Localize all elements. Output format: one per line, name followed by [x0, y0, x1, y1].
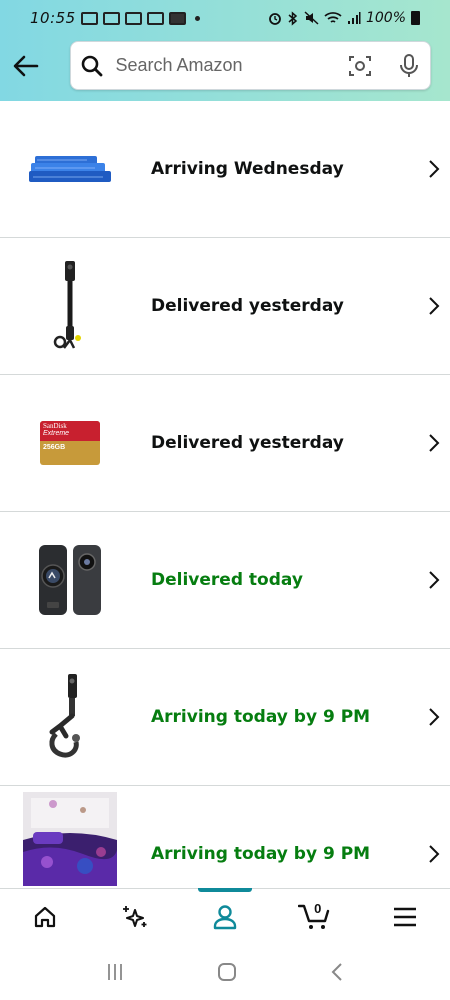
order-row[interactable]: Arriving today by 9 PM — [0, 649, 450, 786]
active-tab-indicator — [198, 887, 252, 892]
chevron-right-icon — [429, 297, 440, 315]
notification-icon — [168, 11, 186, 25]
product-image — [22, 532, 118, 628]
search-icon — [81, 54, 104, 78]
nav-home[interactable] — [0, 889, 90, 945]
camera-scan-icon[interactable] — [348, 54, 372, 78]
back-chevron-icon[interactable] — [329, 961, 345, 983]
order-status: Arriving today by 9 PM — [151, 844, 371, 864]
chevron-right-icon — [429, 571, 440, 589]
arrow-left-icon — [13, 55, 39, 77]
order-row[interactable]: Arriving Wednesday — [0, 101, 450, 238]
back-button[interactable] — [10, 50, 42, 82]
account-icon — [213, 904, 237, 929]
alarm-icon — [269, 13, 281, 25]
status-bar: 10:55 100% — [0, 0, 450, 36]
product-image — [22, 121, 118, 217]
order-status: Delivered yesterday — [151, 433, 344, 453]
notification-icon — [146, 11, 164, 25]
product-image — [22, 258, 118, 354]
header: 10:55 100% — [0, 0, 450, 101]
bluetooth-icon — [288, 10, 298, 26]
order-status: Delivered today — [151, 570, 303, 590]
cart-count: 0 — [314, 900, 322, 916]
notification-icon — [124, 11, 142, 25]
wifi-icon — [324, 12, 342, 23]
signal-icon — [347, 12, 361, 24]
nav-cart[interactable]: 0 — [270, 889, 360, 945]
order-status: Arriving today by 9 PM — [151, 707, 371, 727]
chevron-right-icon — [429, 845, 440, 863]
order-status: Delivered yesterday — [151, 296, 344, 316]
chevron-right-icon — [429, 160, 440, 178]
microphone-icon[interactable] — [398, 53, 421, 78]
product-image — [22, 792, 118, 886]
search-input[interactable] — [115, 55, 348, 76]
system-nav — [0, 944, 450, 1000]
nav-rufus[interactable] — [90, 889, 180, 945]
product-image: SanDisk Extreme 256GB — [22, 395, 118, 491]
battery-icon — [411, 11, 420, 25]
search-bar[interactable] — [70, 41, 431, 90]
recent-apps-icon[interactable] — [105, 962, 125, 982]
card-brand: SanDisk — [43, 422, 67, 430]
sparkle-icon — [123, 905, 147, 927]
bottom-nav: 0 — [0, 887, 450, 945]
card-line: Extreme — [43, 430, 70, 437]
product-image — [22, 669, 118, 765]
orders-list: Arriving Wednesday Delivered yesterday S… — [0, 101, 450, 923]
mute-icon — [304, 11, 319, 25]
status-time: 10:55 — [30, 9, 76, 27]
card-capacity: 256GB — [43, 444, 66, 451]
home-circle-icon[interactable] — [216, 961, 238, 983]
order-status: Arriving Wednesday — [151, 159, 344, 179]
more-notifications-dot-icon — [194, 15, 200, 21]
menu-icon — [394, 907, 416, 926]
chevron-right-icon — [429, 434, 440, 452]
nav-account[interactable] — [180, 887, 270, 945]
memory-card: SanDisk Extreme 256GB — [40, 421, 100, 465]
notification-icon — [80, 11, 98, 25]
chevron-right-icon — [429, 708, 440, 726]
order-row[interactable]: SanDisk Extreme 256GB Delivered yesterda… — [0, 375, 450, 512]
nav-menu[interactable] — [360, 889, 450, 945]
notification-icon — [102, 11, 120, 25]
home-icon — [34, 906, 56, 927]
order-row[interactable]: Delivered yesterday — [0, 238, 450, 375]
order-row[interactable]: Delivered today — [0, 512, 450, 649]
battery-percent: 100% — [365, 10, 406, 26]
